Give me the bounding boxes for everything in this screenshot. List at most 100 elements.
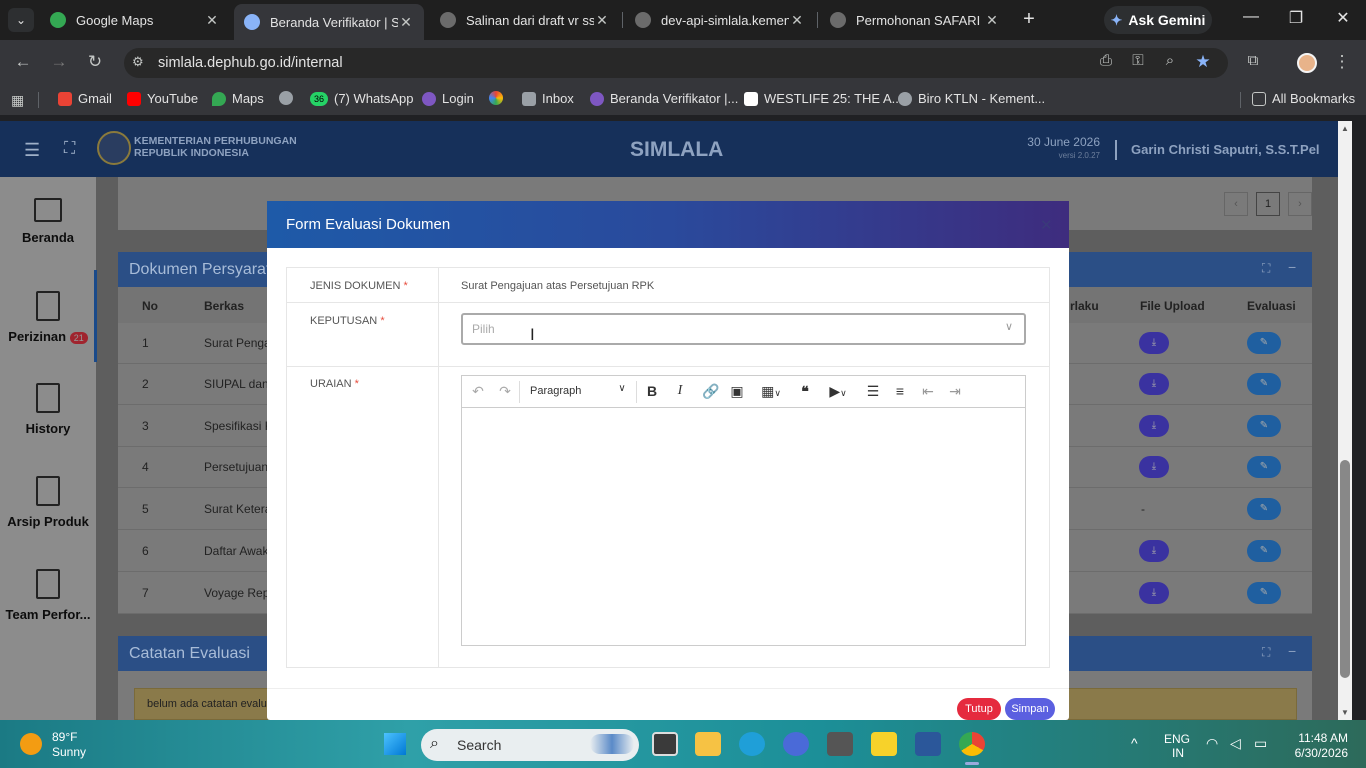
modal-close-icon[interactable]: ✕ — [1040, 216, 1053, 234]
evaluate-edit-button[interactable]: ✎ — [1247, 498, 1281, 520]
simpan-button[interactable]: Simpan — [1005, 698, 1055, 720]
battery-icon[interactable]: ▭ — [1254, 735, 1267, 752]
close-tab-icon[interactable]: ✕ — [984, 12, 1000, 29]
insert-image-icon[interactable]: ▣ — [728, 383, 746, 400]
profile-avatar[interactable] — [1297, 53, 1317, 73]
copilot-icon[interactable] — [783, 732, 809, 756]
word-icon[interactable] — [915, 732, 941, 756]
restore-icon[interactable]: ❐ — [1281, 8, 1311, 28]
expand-icon[interactable]: ⛶ — [1262, 645, 1270, 660]
sidebar-item-team-performance[interactable]: Team Perfor... — [0, 569, 96, 622]
sidebar-item-history[interactable]: History — [0, 383, 96, 436]
ask-gemini-button[interactable]: ✦ Ask Gemini — [1104, 6, 1212, 34]
windows-start-icon[interactable] — [384, 733, 406, 755]
evaluate-edit-button[interactable]: ✎ — [1247, 373, 1281, 395]
apps-grid-icon[interactable]: ▦ — [11, 92, 27, 108]
file-explorer-icon[interactable] — [695, 732, 721, 756]
paragraph-format-dropdown[interactable]: Paragraph — [530, 385, 581, 397]
scroll-down-icon[interactable]: ▼ — [1341, 708, 1349, 717]
bookmark-beranda[interactable]: Beranda Verifikator |... — [590, 91, 738, 106]
tab-permohonan-safari[interactable]: Permohonan SAFARI 10 ✕ — [820, 6, 1010, 34]
camera-icon[interactable] — [827, 732, 853, 756]
collapse-icon[interactable]: − — [1288, 643, 1296, 659]
evaluate-edit-button[interactable]: ✎ — [1247, 332, 1281, 354]
clock-date[interactable]: 6/30/2026 — [1290, 746, 1348, 760]
close-tab-icon[interactable]: ✕ — [789, 12, 805, 29]
weather-desc[interactable]: Sunny — [52, 745, 86, 759]
new-tab-button[interactable]: + — [1016, 8, 1042, 31]
close-window-icon[interactable]: ✕ — [1328, 8, 1358, 28]
hamburger-menu-icon[interactable]: ☰ — [24, 140, 40, 161]
keputusan-select[interactable] — [461, 313, 1026, 345]
evaluate-edit-button[interactable]: ✎ — [1247, 415, 1281, 437]
scrollbar-thumb[interactable] — [1340, 460, 1350, 678]
site-info-icon[interactable]: ⚙ — [132, 54, 144, 70]
tab-search-button[interactable]: ⌄ — [8, 8, 34, 32]
download-file-button[interactable]: ⤓ — [1139, 415, 1169, 437]
bookmark-star-icon[interactable]: ★ — [1191, 52, 1215, 72]
download-file-button[interactable]: ⤓ — [1139, 332, 1169, 354]
forward-icon[interactable]: → — [47, 52, 71, 72]
task-view-icon[interactable] — [652, 732, 678, 756]
extensions-icon[interactable]: ⧉ — [1241, 52, 1265, 69]
sticky-notes-icon[interactable] — [871, 732, 897, 756]
tab-dev-api[interactable]: dev-api-simlala.kemen ✕ — [625, 6, 815, 34]
chevron-up-icon[interactable]: ^ — [1131, 735, 1138, 751]
link-icon[interactable]: 🔗 — [702, 383, 720, 400]
edge-icon[interactable] — [739, 732, 765, 756]
language-line2[interactable]: IN — [1172, 746, 1184, 760]
next-page-button[interactable]: › — [1288, 192, 1312, 216]
sidebar-item-perizinan[interactable]: Perizinan 21 — [0, 291, 96, 344]
sidebar-item-arsip-produk[interactable]: Arsip Produk — [0, 476, 96, 529]
back-icon[interactable]: ← — [11, 52, 35, 72]
reload-icon[interactable]: ↻ — [83, 52, 107, 72]
bold-icon[interactable]: B — [644, 383, 660, 399]
tutup-button[interactable]: Tutup — [957, 698, 1001, 720]
all-bookmarks[interactable]: All Bookmarks — [1252, 91, 1355, 106]
chrome-icon[interactable] — [959, 732, 985, 756]
bookmark-globe[interactable] — [279, 91, 293, 105]
collapse-icon[interactable]: − — [1288, 259, 1296, 275]
evaluate-edit-button[interactable]: ✎ — [1247, 456, 1281, 478]
minimize-icon[interactable]: — — [1236, 8, 1266, 26]
wifi-icon[interactable]: ◠ — [1206, 735, 1218, 752]
bulleted-list-icon[interactable]: ☰ — [864, 383, 882, 400]
user-name[interactable]: Garin Christi Saputri, S.S.T.Pel — [1131, 142, 1320, 157]
bookmark-whatsapp[interactable]: 36 (7) WhatsApp — [310, 91, 413, 106]
download-file-button[interactable]: ⤓ — [1139, 540, 1169, 562]
download-file-button[interactable]: ⤓ — [1139, 373, 1169, 395]
bookmark-login[interactable]: Login — [422, 91, 474, 106]
close-tab-icon[interactable]: ✕ — [398, 14, 414, 31]
menu-kebab-icon[interactable]: ⋮ — [1330, 52, 1354, 72]
download-file-button[interactable]: ⤓ — [1139, 582, 1169, 604]
expand-icon[interactable]: ⛶ — [1262, 261, 1270, 276]
password-key-icon[interactable]: ⚿ — [1126, 52, 1150, 69]
weather-temp[interactable]: 89°F — [52, 730, 77, 744]
page-number-button[interactable]: 1 — [1256, 192, 1280, 216]
clock-time[interactable]: 11:48 AM — [1290, 731, 1348, 745]
bookmark-gmail[interactable]: Gmail — [58, 91, 112, 106]
undo-icon[interactable]: ↶ — [470, 383, 486, 400]
italic-icon[interactable]: I — [672, 383, 688, 399]
blockquote-icon[interactable]: ❝ — [796, 383, 814, 400]
bookmark-biro-ktln[interactable]: Biro KTLN - Kement... — [898, 91, 1045, 106]
close-tab-icon[interactable]: ✕ — [594, 12, 610, 29]
prev-page-button[interactable]: ‹ — [1224, 192, 1248, 216]
tab-google-maps[interactable]: Google Maps ✕ — [40, 6, 230, 34]
bookmark-maps[interactable]: Maps — [212, 91, 264, 106]
zoom-icon[interactable]: ⌕ — [1158, 52, 1182, 69]
bookmark-westlife[interactable]: WESTLIFE 25: THE A... — [744, 91, 902, 106]
tab-salinan-draft[interactable]: Salinan dari draft vr ssr ✕ — [430, 6, 620, 34]
outdent-icon[interactable]: ⇤ — [919, 383, 937, 400]
fullscreen-icon[interactable]: ⛶ — [64, 140, 75, 158]
sidebar-item-beranda[interactable]: Beranda — [0, 198, 96, 245]
indent-icon[interactable]: ⇥ — [946, 383, 964, 400]
numbered-list-icon[interactable]: ≡ — [891, 383, 909, 399]
scroll-up-icon[interactable]: ▲ — [1341, 124, 1349, 133]
bookmark-pinwheel[interactable] — [489, 91, 503, 105]
close-tab-icon[interactable]: ✕ — [204, 12, 220, 29]
media-embed-icon[interactable]: ▶∨ — [822, 383, 854, 400]
url-text[interactable]: simlala.dephub.go.id/internal — [158, 55, 343, 71]
language-line1[interactable]: ENG — [1164, 732, 1190, 746]
table-icon[interactable]: ▦∨ — [756, 383, 786, 400]
